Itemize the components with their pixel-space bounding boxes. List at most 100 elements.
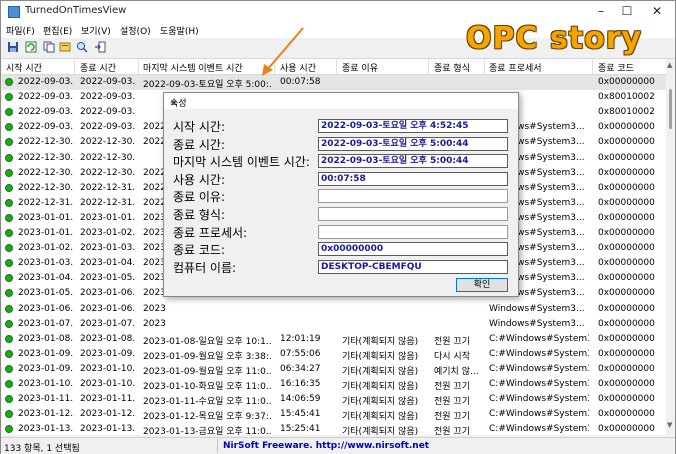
- column-divider[interactable]: [74, 59, 75, 74]
- item-count: 133 항목, 1 선택됨: [4, 444, 80, 454]
- table-cell: 2023-01-06...: [18, 303, 74, 314]
- table-cell: 0x00000000: [598, 182, 655, 193]
- column-divider[interactable]: [428, 59, 429, 74]
- field-value[interactable]: DESKTOP-CBEMFQU: [318, 259, 508, 274]
- table-cell: 전원 끄기: [434, 427, 470, 435]
- column-divider[interactable]: [484, 59, 485, 74]
- column-divider[interactable]: [336, 59, 337, 74]
- col-shutdown-code[interactable]: 종료 코드: [598, 61, 634, 74]
- vertical-scrollbar[interactable]: ▲ ▼: [666, 59, 675, 435]
- col-end-time[interactable]: 종료 시간: [80, 61, 116, 74]
- field-value[interactable]: 0x00000000: [318, 242, 508, 257]
- table-cell: 기타(계획되지 않음): [342, 397, 419, 408]
- status-ok-icon: [5, 364, 13, 373]
- col-start-time[interactable]: 시작 시간: [6, 61, 42, 74]
- menu-view[interactable]: 보기(V): [81, 24, 111, 37]
- status-ok-icon: [5, 304, 13, 313]
- table-cell: 2023-01-09...: [80, 348, 136, 359]
- col-last-event[interactable]: 마지막 시스템 이벤트 시간: [143, 61, 243, 74]
- status-ok-icon: [5, 395, 13, 404]
- table-row[interactable]: 2023-01-11... 2023-01-11... 2023-01-11-수요일…: [2, 392, 666, 407]
- field-label: 마지막 시스템 이벤트 시간:: [173, 155, 310, 170]
- table-cell: 기타(계획되지 않음): [342, 412, 419, 423]
- field-value[interactable]: 2022-09-03-토요일 오후 5:00:44: [318, 154, 508, 169]
- table-cell: 전원 끄기: [434, 412, 470, 423]
- table-cell: 0x00000000: [598, 318, 655, 329]
- properties-dialog: 속성 ✕ 시작 시간: 2022-09-03-토요일 오후 4:52:45 종료 시…: [163, 92, 519, 297]
- col-shutdown-process[interactable]: 종료 프로세서: [489, 61, 542, 74]
- table-row[interactable]: 2023-01-09... 2023-01-10... 2023-01-09-월요일…: [2, 362, 666, 377]
- column-divider[interactable]: [274, 59, 275, 74]
- table-cell: 0x00000000: [598, 288, 655, 299]
- field-value[interactable]: 00:07:58: [318, 171, 508, 186]
- table-cell: 0x00000000: [598, 363, 655, 374]
- col-duration[interactable]: 사용 시간: [280, 61, 316, 74]
- column-divider[interactable]: [138, 59, 139, 74]
- table-cell: C:#Windows#System3...: [489, 409, 589, 420]
- table-cell: 2023-01-03...: [18, 258, 74, 269]
- col-shutdown-type[interactable]: 종료 형식: [434, 61, 470, 74]
- nirsoft-link[interactable]: NirSoft Freeware. http://www.nirsoft.net: [223, 441, 429, 451]
- field-label: 종료 프로세서:: [173, 225, 248, 240]
- menu-help[interactable]: 도움말(H): [160, 24, 199, 37]
- table-cell: 0x80010002: [598, 107, 655, 118]
- table-row[interactable]: 2023-01-08... 2023-01-08... 2023-01-08-일요일…: [2, 332, 666, 347]
- table-cell: 2022-12-30...: [80, 137, 136, 148]
- table-row[interactable]: 2023-01-07... 2023-01-07... 2023 Windows#Sy…: [2, 317, 666, 332]
- table-cell: 0x00000000: [598, 333, 655, 344]
- table-row[interactable]: 2023-01-13... 2023-01-13... 2023-01-13-금요일…: [2, 422, 666, 435]
- scrollbar-thumb[interactable]: [669, 89, 672, 129]
- list-header: 시작 시간 종료 시간 마지막 시스템 이벤트 시간 사용 시간 종료 이유 종…: [2, 59, 666, 75]
- table-cell: 2022-12-31...: [80, 197, 136, 208]
- field-label: 종료 시간:: [173, 137, 226, 152]
- field-value[interactable]: 2022-09-03-토요일 오후 4:52:45: [318, 119, 508, 133]
- copy-icon[interactable]: [43, 41, 55, 53]
- table-row[interactable]: 2023-01-12... 2023-01-12... 2023-01-12-목요일…: [2, 407, 666, 422]
- ok-button[interactable]: 확인: [456, 278, 508, 292]
- table-cell: 0x00000000: [598, 243, 655, 254]
- field-value[interactable]: [318, 207, 508, 221]
- table-cell: 2023-01-06...: [80, 288, 136, 299]
- properties-icon[interactable]: [59, 41, 71, 53]
- status-ok-icon: [5, 183, 13, 192]
- save-icon[interactable]: [7, 41, 19, 53]
- table-cell: 2022-09-03...: [18, 77, 74, 87]
- table-cell: 2023-01-01...: [18, 228, 74, 238]
- exit-icon[interactable]: [94, 41, 106, 53]
- table-cell: 2022-12-30...: [18, 182, 74, 193]
- maximize-button[interactable]: ☐: [612, 1, 642, 22]
- table-cell: 15:45:41: [280, 409, 321, 420]
- table-row[interactable]: 2023-01-10... 2023-01-10... 2023-01-10-화요일…: [2, 377, 666, 392]
- table-cell: 2022-09-03...: [80, 122, 136, 133]
- table-cell: 0x00000000: [598, 258, 655, 269]
- table-cell: 2023: [143, 318, 166, 329]
- find-icon[interactable]: [76, 41, 88, 53]
- scroll-down-icon[interactable]: ▼: [667, 421, 672, 429]
- field-label: 사용 시간:: [173, 172, 226, 187]
- status-divider: [217, 439, 218, 453]
- table-cell: 2023-01-08-일요일 오후 10:1...: [143, 336, 271, 347]
- status-ok-icon: [5, 123, 13, 132]
- watermark-text: OPC story: [466, 21, 643, 56]
- table-row[interactable]: 2022-09-03... 2022-09-03... 2022-09-03-토요일…: [2, 75, 666, 90]
- table-row[interactable]: 2023-01-06... 2023-01-06... 2023 Windows#Sy…: [2, 302, 666, 317]
- menu-options[interactable]: 설정(O): [120, 24, 151, 37]
- field-value[interactable]: [318, 224, 508, 239]
- table-row[interactable]: 2023-01-09... 2023-01-09... 2023-01-09-월요일…: [2, 347, 666, 362]
- status-ok-icon: [5, 213, 13, 222]
- table-cell: 2022-12-31...: [80, 182, 136, 193]
- dialog-close-icon[interactable]: ✕: [170, 96, 512, 112]
- column-divider[interactable]: [592, 59, 593, 74]
- field-value[interactable]: [318, 189, 508, 204]
- menu-file[interactable]: 파일(F): [6, 24, 35, 37]
- col-shutdown-reason[interactable]: 종료 이유: [342, 61, 378, 74]
- table-cell: 2022-09-03-토요일 오후 5:00:...: [143, 80, 271, 90]
- table-cell: Windows#System3...: [489, 318, 585, 329]
- field-value[interactable]: 2022-09-03-토요일 오후 5:00:44: [318, 136, 508, 151]
- refresh-icon[interactable]: [25, 41, 37, 53]
- table-cell: 16:16:35: [280, 379, 321, 389]
- table-cell: 2023-01-07...: [80, 318, 136, 329]
- menu-edit[interactable]: 편집(E): [43, 24, 72, 37]
- close-button[interactable]: ✕: [642, 1, 672, 22]
- scroll-up-icon[interactable]: ▲: [667, 61, 672, 69]
